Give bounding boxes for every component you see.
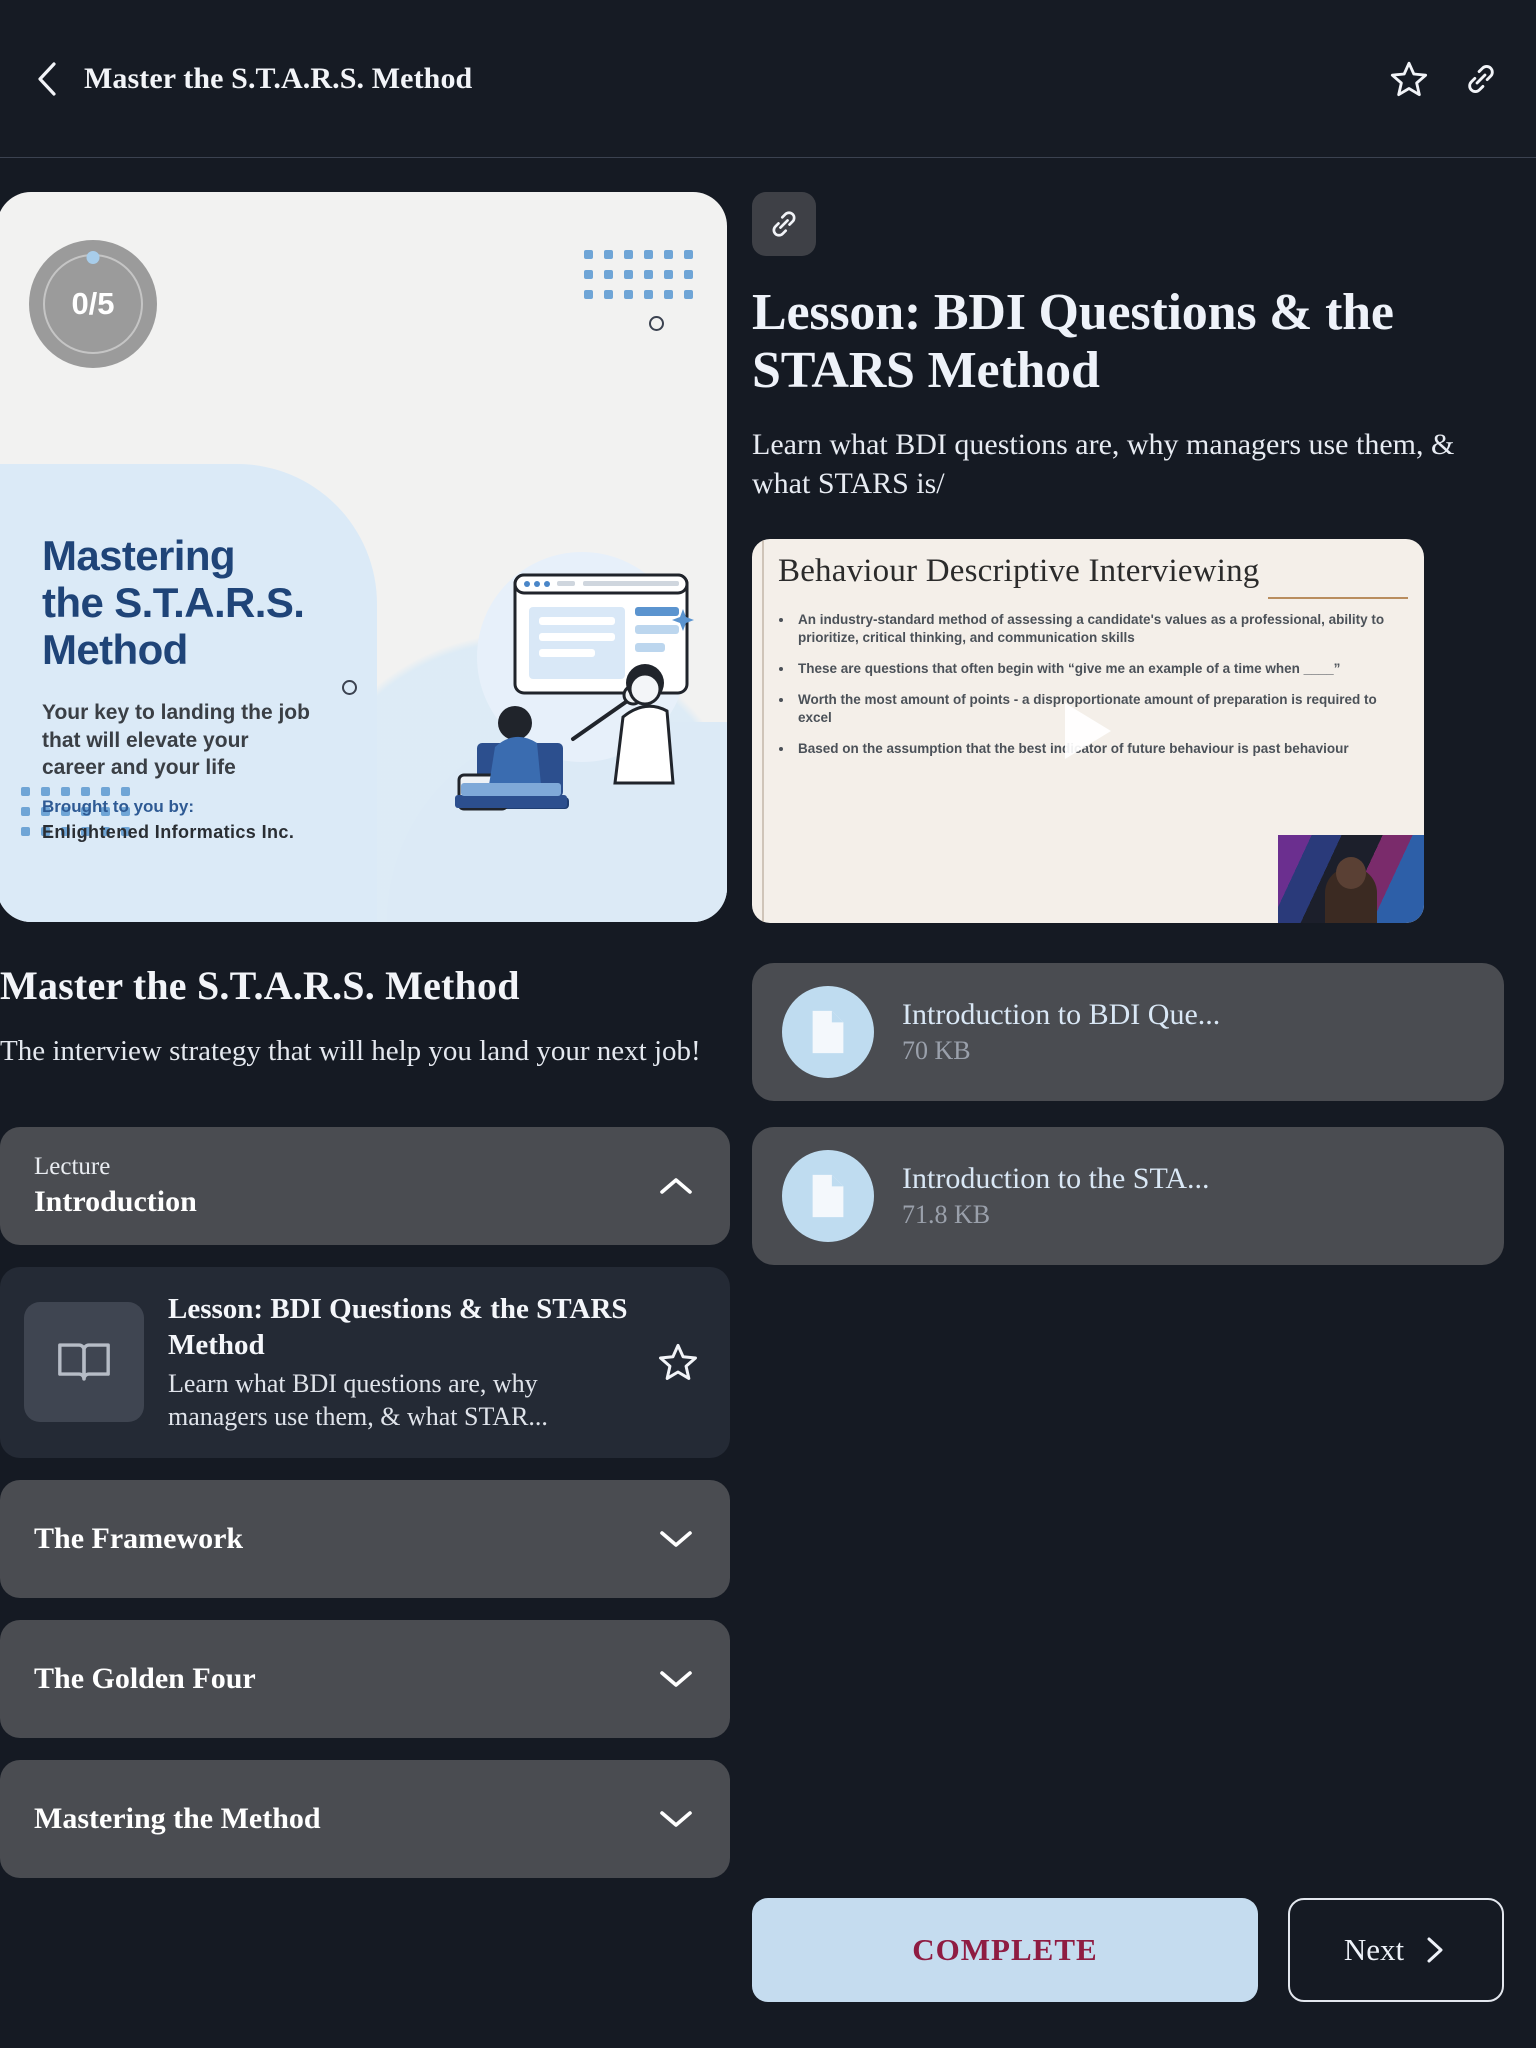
attachment-icon-wrap (782, 986, 874, 1079)
attachment-row[interactable]: Introduction to the STA... 71.8 KB (752, 1127, 1504, 1266)
section-label-group: Lecture Introduction (34, 1151, 197, 1220)
complete-button[interactable]: COMPLETE (752, 1898, 1258, 2002)
link-icon (1468, 64, 1494, 93)
chevron-down-icon (660, 1810, 692, 1827)
document-icon (812, 1175, 844, 1218)
cover-subtitle-line-3: career and your life (42, 756, 236, 780)
video-bullet: These are questions that often begin wit… (794, 660, 1406, 678)
chevron-left-icon (38, 61, 56, 96)
section-header-mastering-the-method[interactable]: Mastering the Method (0, 1759, 730, 1878)
cover-heading-line-2: the S.T.A.R.S. (42, 579, 305, 627)
section-toggle-the-golden-four[interactable] (656, 1659, 696, 1699)
attachment-name: Introduction to BDI Que... (902, 998, 1221, 1032)
share-link-button[interactable] (1460, 58, 1502, 100)
lesson-title: Lesson: BDI Questions & the STARS Method (168, 1292, 628, 1361)
header-actions (1388, 58, 1502, 100)
lesson-panel-title: Lesson: BDI Questions & the STARS Method (752, 284, 1394, 400)
next-button-label: Next (1343, 1932, 1405, 1967)
speaker-head (1336, 857, 1366, 890)
section-toggle-the-framework[interactable] (656, 1519, 696, 1559)
star-icon (1390, 61, 1428, 96)
section-name: The Golden Four (34, 1661, 256, 1695)
section-kicker: Lecture (34, 1153, 111, 1181)
lesson-video-player[interactable]: Behaviour Descriptive Interviewing An in… (752, 539, 1424, 924)
favorite-button[interactable] (1388, 58, 1430, 100)
star-icon (659, 1344, 697, 1381)
cover-subtitle-line-2: that will elevate your (42, 728, 249, 752)
cover-subtitle-line-1: Your key to landing the job (42, 701, 310, 724)
course-description: The interview strategy that will help yo… (0, 1035, 701, 1067)
attachment-meta: Introduction to BDI Que... 70 KB (902, 998, 1220, 1066)
section-header-introduction[interactable]: Lecture Introduction (0, 1126, 730, 1245)
chevron-down-icon (660, 1530, 692, 1547)
cover-heading-line-3: Method (42, 626, 188, 674)
cover-subtitle: Your key to landing the job that will el… (42, 699, 310, 782)
link-icon (772, 211, 796, 237)
video-bullet: An industry-standard method of assessing… (794, 611, 1406, 647)
dot-grid-decoration-top (584, 250, 693, 299)
chevron-right-icon (1427, 1937, 1443, 1963)
course-title: Master the S.T.A.R.S. Method (0, 963, 520, 1008)
lesson-panel: Lesson: BDI Questions & the STARS Method… (730, 158, 1536, 2048)
section-header-the-golden-four[interactable]: The Golden Four (0, 1619, 730, 1738)
lesson-favorite-button[interactable] (656, 1340, 700, 1384)
section-header-the-framework[interactable]: The Framework (0, 1479, 730, 1598)
lesson-panel-subtitle: Learn what BDI questions are, why manage… (752, 428, 1455, 500)
lesson-item-bdi-questions[interactable]: Lesson: BDI Questions & the STARS Method… (0, 1266, 730, 1458)
curriculum-sections: Lecture Introduction Lesson: BDI Questio… (0, 1126, 730, 1878)
progress-ring-dot (86, 251, 100, 264)
next-button[interactable]: Next (1288, 1898, 1504, 2002)
attachment-icon-wrap (782, 1150, 874, 1243)
attachment-size: 71.8 KB (902, 1200, 991, 1230)
circle-decoration-a (649, 316, 664, 331)
cover-brought-by-label: Brought to you by: (42, 797, 195, 816)
cover-heading-line-1: Mastering (42, 532, 236, 579)
attachment-row[interactable]: Introduction to BDI Que... 70 KB (752, 963, 1504, 1102)
video-slide-rule (1268, 597, 1408, 600)
document-icon (812, 1011, 844, 1054)
section-name: Introduction (34, 1184, 197, 1218)
progress-label: 0/5 (71, 286, 115, 321)
cover-heading: Mastering the S.T.A.R.S. Method (42, 532, 305, 674)
circle-decoration-b (342, 680, 357, 695)
lesson-link-button[interactable] (752, 192, 816, 256)
lesson-description: Learn what BDI questions are, why manage… (168, 1369, 548, 1432)
app-header: Master the S.T.A.R.S. Method (0, 0, 1536, 158)
play-icon[interactable] (1065, 703, 1111, 760)
attachment-meta: Introduction to the STA... 71.8 KB (902, 1162, 1210, 1230)
cover-brought-by-name: Enlightened Informatics Inc. (42, 822, 295, 842)
lesson-thumbnail (24, 1302, 144, 1423)
attachment-name: Introduction to the STA... (902, 1162, 1210, 1196)
page-title: Master the S.T.A.R.S. Method (84, 61, 473, 95)
progress-indicator: 0/5 (29, 240, 157, 368)
section-toggle-mastering-the-method[interactable] (656, 1799, 696, 1839)
cover-illustration (455, 552, 694, 811)
video-slide-accent-line (762, 539, 764, 924)
lesson-text: Lesson: BDI Questions & the STARS Method… (168, 1291, 632, 1434)
course-sidebar: 0/5 Mastering the S.T.A.R.S. Method Your… (0, 158, 730, 2048)
section-toggle-introduction[interactable] (656, 1166, 696, 1206)
video-slide-title: Behaviour Descriptive Interviewing (778, 553, 1260, 590)
content-area: 0/5 Mastering the S.T.A.R.S. Method Your… (0, 158, 1536, 2048)
back-button[interactable] (30, 57, 64, 101)
lesson-attachments: Introduction to BDI Que... 70 KB Introdu… (752, 963, 1504, 1266)
section-name: Mastering the Method (34, 1801, 321, 1835)
course-cover-card: 0/5 Mastering the S.T.A.R.S. Method Your… (0, 192, 727, 922)
chevron-down-icon (660, 1670, 692, 1687)
chevron-up-icon (660, 1177, 692, 1194)
book-icon (58, 1343, 110, 1381)
speaker-video-overlay (1278, 835, 1424, 924)
section-name: The Framework (34, 1521, 244, 1555)
lesson-footer-actions: COMPLETE Next (752, 1898, 1504, 2002)
attachment-size: 70 KB (902, 1036, 971, 1066)
